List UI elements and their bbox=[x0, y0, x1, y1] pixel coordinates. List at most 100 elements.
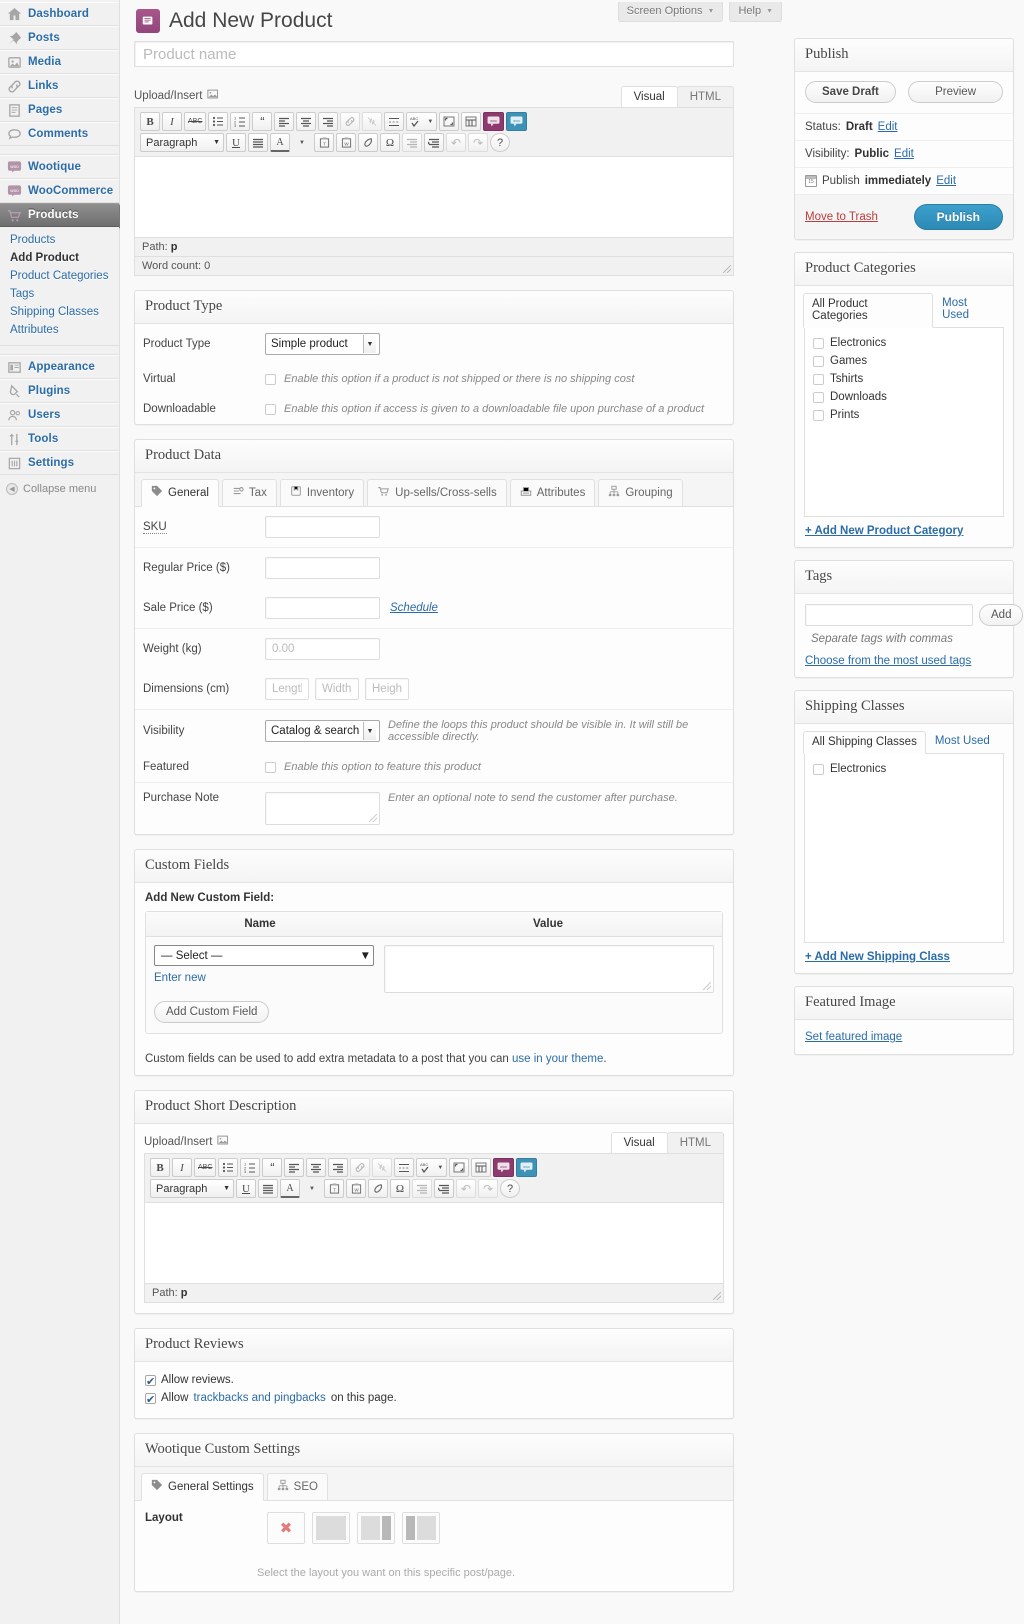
woo-shortcode-alt-icon[interactable]: woo bbox=[516, 1158, 538, 1177]
tab-seo[interactable]: SEO bbox=[266, 1473, 328, 1500]
align-justify-icon[interactable] bbox=[258, 1179, 278, 1198]
tab-attributes[interactable]: Attributes bbox=[509, 479, 596, 506]
preview-button[interactable]: Preview bbox=[908, 81, 1003, 103]
ordered-list-icon[interactable]: 123 bbox=[240, 1158, 261, 1177]
underline-icon[interactable]: U bbox=[226, 133, 246, 152]
sidebar-item-dashboard[interactable]: Dashboard bbox=[0, 2, 119, 26]
align-right-icon[interactable] bbox=[318, 112, 339, 131]
shipping-class-checkbox[interactable] bbox=[813, 763, 824, 775]
italic-icon[interactable]: I bbox=[172, 1158, 192, 1177]
tab-inventory[interactable]: Inventory bbox=[279, 479, 365, 506]
spellcheck-icon[interactable]: ABC ▼ bbox=[416, 1158, 448, 1177]
align-center-icon[interactable] bbox=[296, 112, 317, 131]
allow-trackbacks-checkbox[interactable] bbox=[145, 1391, 156, 1409]
dimension-length-input[interactable] bbox=[265, 678, 309, 700]
publish-edit-link[interactable]: Edit bbox=[936, 175, 956, 187]
layout-left-sidebar-option[interactable] bbox=[402, 1512, 440, 1544]
sidebar-item-tools[interactable]: Tools bbox=[0, 427, 119, 451]
paste-text-icon[interactable]: T bbox=[324, 1179, 344, 1198]
sidebar-item-wootique[interactable]: woo Wootique bbox=[0, 155, 119, 179]
blockquote-icon[interactable]: “ bbox=[262, 1158, 283, 1177]
bold-icon[interactable]: B bbox=[150, 1158, 170, 1177]
paste-text-icon[interactable]: T bbox=[314, 133, 334, 152]
layout-none-option[interactable]: ✖ bbox=[267, 1512, 305, 1544]
set-featured-image-link[interactable]: Set featured image bbox=[805, 1031, 902, 1043]
shipping-classes-list[interactable]: Electronics bbox=[804, 753, 1004, 943]
short-editor-content-area[interactable] bbox=[145, 1203, 723, 1283]
submenu-item-tags[interactable]: Tags bbox=[8, 285, 119, 303]
ordered-list-icon[interactable]: 123 bbox=[230, 112, 251, 131]
indent-icon[interactable] bbox=[424, 133, 444, 152]
paste-word-icon[interactable]: W bbox=[336, 133, 356, 152]
sidebar-item-links[interactable]: Links bbox=[0, 74, 119, 98]
tab-html[interactable]: HTML bbox=[676, 85, 734, 107]
sidebar-item-appearance[interactable]: Appearance bbox=[0, 355, 119, 379]
layout-full-width-option[interactable] bbox=[312, 1512, 350, 1544]
visibility-select[interactable]: Catalog & search ▼ bbox=[265, 720, 380, 742]
help-icon[interactable]: ? bbox=[500, 1179, 520, 1198]
featured-checkbox[interactable] bbox=[265, 761, 276, 773]
align-justify-icon[interactable] bbox=[248, 133, 268, 152]
category-checkbox[interactable] bbox=[813, 373, 824, 385]
blockquote-icon[interactable]: “ bbox=[252, 112, 273, 131]
strikethrough-icon[interactable]: ABC bbox=[184, 112, 207, 131]
text-color-icon[interactable]: A bbox=[270, 133, 290, 152]
add-new-product-category-link[interactable]: + Add New Product Category bbox=[795, 525, 1013, 547]
weight-input[interactable] bbox=[265, 638, 380, 660]
custom-field-name-select[interactable]: — Select — ▼ bbox=[154, 945, 374, 966]
submenu-item-shipping-classes[interactable]: Shipping Classes bbox=[8, 303, 119, 321]
unordered-list-icon[interactable] bbox=[218, 1158, 239, 1177]
tab-most-used-categories[interactable]: Most Used bbox=[933, 292, 1005, 327]
tab-visual[interactable]: Visual bbox=[610, 1131, 668, 1153]
product-type-select[interactable]: Simple product ▼ bbox=[265, 333, 380, 355]
submenu-item-add-product[interactable]: Add Product bbox=[8, 249, 119, 267]
text-color-icon[interactable]: A bbox=[280, 1179, 300, 1198]
move-to-trash-link[interactable]: Move to Trash bbox=[805, 211, 878, 223]
paragraph-format-select[interactable]: Paragraph ▼ bbox=[140, 133, 224, 152]
product-categories-list[interactable]: Electronics Games Tshirts Downloads Prin… bbox=[804, 327, 1004, 517]
underline-icon[interactable]: U bbox=[236, 1179, 256, 1198]
unlink-icon[interactable] bbox=[372, 1158, 393, 1177]
indent-icon[interactable] bbox=[434, 1179, 454, 1198]
tab-grouping[interactable]: Grouping bbox=[598, 479, 683, 506]
more-tag-icon[interactable] bbox=[384, 112, 405, 131]
color-dropdown-icon[interactable]: ▼ bbox=[302, 1179, 322, 1198]
tab-all-shipping-classes[interactable]: All Shipping Classes bbox=[803, 731, 926, 754]
redo-icon[interactable]: ↷ bbox=[468, 133, 488, 152]
allow-reviews-checkbox[interactable] bbox=[145, 1373, 156, 1391]
choose-most-used-tags-link[interactable]: Choose from the most used tags bbox=[805, 655, 971, 667]
bold-icon[interactable]: B bbox=[140, 112, 160, 131]
spellcheck-icon[interactable]: ABC ▼ bbox=[406, 112, 438, 131]
add-new-shipping-class-link[interactable]: + Add New Shipping Class bbox=[795, 951, 1013, 973]
publish-button[interactable]: Publish bbox=[913, 204, 1003, 230]
product-title-input[interactable] bbox=[134, 41, 734, 67]
strikethrough-icon[interactable]: ABC bbox=[194, 1158, 217, 1177]
tab-all-product-categories[interactable]: All Product Categories bbox=[803, 293, 934, 328]
sidebar-item-products[interactable]: Products bbox=[0, 203, 128, 229]
more-tag-icon[interactable] bbox=[394, 1158, 415, 1177]
kitchen-sink-icon[interactable] bbox=[471, 1158, 492, 1177]
italic-icon[interactable]: I bbox=[162, 112, 182, 131]
tab-upsells-crosssells[interactable]: Up-sells/Cross-sells bbox=[367, 479, 507, 506]
sidebar-item-media[interactable]: Media bbox=[0, 50, 119, 74]
category-checkbox[interactable] bbox=[813, 409, 824, 421]
collapse-menu-button[interactable]: ◀ Collapse menu bbox=[0, 475, 119, 503]
tab-html[interactable]: HTML bbox=[666, 1131, 724, 1153]
outdent-icon[interactable] bbox=[402, 133, 422, 152]
sku-input[interactable] bbox=[265, 516, 380, 538]
color-dropdown-icon[interactable]: ▼ bbox=[292, 133, 312, 152]
fullscreen-icon[interactable] bbox=[449, 1158, 470, 1177]
redo-icon[interactable]: ↷ bbox=[478, 1179, 498, 1198]
submenu-item-products[interactable]: Products bbox=[8, 231, 119, 249]
woo-shortcode-icon[interactable]: woo bbox=[483, 112, 505, 131]
woo-shortcode-icon[interactable]: woo bbox=[493, 1158, 515, 1177]
outdent-icon[interactable] bbox=[412, 1179, 432, 1198]
remove-formatting-icon[interactable] bbox=[368, 1179, 388, 1198]
downloadable-checkbox[interactable] bbox=[265, 403, 276, 415]
sidebar-item-settings[interactable]: Settings bbox=[0, 451, 119, 475]
tags-input[interactable] bbox=[805, 604, 973, 626]
dimension-width-input[interactable] bbox=[315, 678, 359, 700]
unordered-list-icon[interactable] bbox=[208, 112, 229, 131]
help-icon[interactable]: ? bbox=[490, 133, 510, 152]
fullscreen-icon[interactable] bbox=[439, 112, 460, 131]
